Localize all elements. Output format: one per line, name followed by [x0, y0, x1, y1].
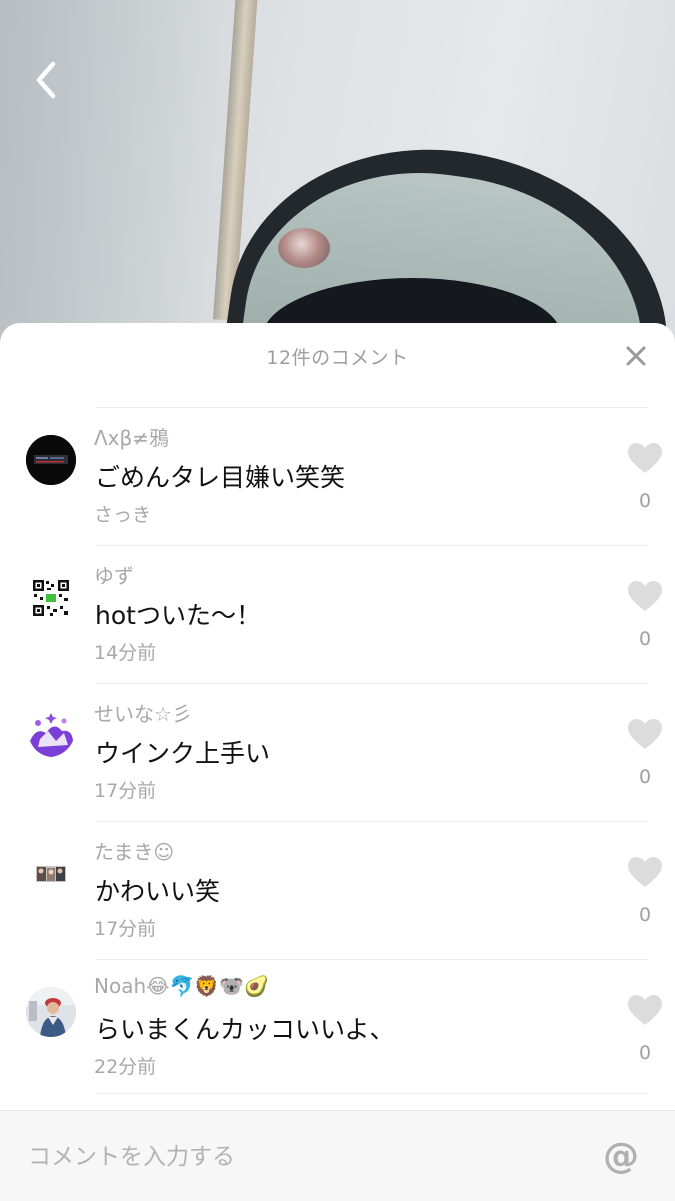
like-button[interactable]: 0	[615, 718, 675, 788]
heart-icon	[628, 581, 662, 611]
comment-timestamp: さっき	[94, 504, 152, 526]
comment-username[interactable]: ゆず	[94, 560, 134, 589]
mention-button[interactable]: @	[599, 1133, 643, 1179]
divider	[96, 1093, 648, 1094]
back-button[interactable]	[24, 56, 68, 104]
comment-item: せいな☆彡 ウインク上手い 17分前 0	[26, 683, 662, 821]
comment-username[interactable]: たまき☺	[94, 836, 174, 865]
like-button[interactable]: 0	[615, 442, 675, 512]
comment-text: ウインク上手い	[95, 739, 271, 768]
comment-item: たまき☺ かわいい笑 17分前 0	[26, 821, 662, 959]
comment-input[interactable]	[26, 1133, 570, 1181]
comment-text: hotついた〜！	[95, 601, 261, 630]
close-button[interactable]	[619, 339, 653, 373]
comment-timestamp: 17分前	[94, 780, 157, 802]
avatar[interactable]	[26, 849, 76, 899]
comment-timestamp: 22分前	[94, 1056, 157, 1078]
comment-timestamp: 17分前	[94, 918, 157, 940]
like-count: 0	[638, 904, 652, 926]
like-count: 0	[638, 490, 652, 512]
like-count: 0	[638, 1042, 652, 1064]
comment-item: Noah😂🐬🦁🐨🥑 らいまくんカッコいいよ、 22分前 0	[26, 959, 662, 1097]
comment-item: ゆず hotついた〜！ 14分前 0	[26, 545, 662, 683]
chevron-left-icon	[36, 61, 56, 99]
comment-input-bar: @	[0, 1110, 675, 1201]
qr-code-icon	[33, 580, 69, 616]
comment-username[interactable]: Noah😂🐬🦁🐨🥑	[94, 974, 269, 998]
avatar[interactable]	[26, 573, 76, 623]
comment-text: らいまくんカッコいいよ、	[95, 1015, 395, 1044]
small-photo-icon	[26, 849, 76, 899]
heart-icon	[628, 443, 662, 473]
sheet-header: 12件のコメント	[0, 323, 675, 389]
like-button[interactable]: 0	[615, 856, 675, 926]
like-button[interactable]: 0	[615, 994, 675, 1064]
heart-icon	[628, 719, 662, 749]
avatar[interactable]	[26, 435, 76, 485]
comment-timestamp: 14分前	[94, 642, 157, 664]
comments-sheet: 12件のコメント Λxβ≠鴉 ごめんタレ目嫌い笑笑 さっき 0 ゆず hotつい…	[0, 323, 675, 1200]
dark-screen-avatar-icon	[26, 435, 76, 485]
comment-text: かわいい笑	[95, 877, 221, 906]
comment-item: Λxβ≠鴉 ごめんタレ目嫌い笑笑 さっき 0	[26, 407, 662, 545]
comment-count-title: 12件のコメント	[266, 346, 409, 369]
person-photo-icon	[26, 987, 76, 1037]
heart-icon	[628, 857, 662, 887]
avatar[interactable]	[26, 711, 76, 761]
avatar[interactable]	[26, 987, 76, 1037]
like-count: 0	[638, 766, 652, 788]
heart-icon	[628, 995, 662, 1025]
close-icon	[626, 346, 646, 366]
video-background	[0, 0, 675, 360]
like-count: 0	[638, 628, 652, 650]
purple-art-icon	[26, 711, 76, 761]
comment-username[interactable]: せいな☆彡	[94, 698, 192, 727]
comment-list: Λxβ≠鴉 ごめんタレ目嫌い笑笑 さっき 0 ゆず hotついた〜！ 14分前 …	[0, 407, 675, 1097]
comment-username[interactable]: Λxβ≠鴉	[94, 422, 169, 451]
comment-text: ごめんタレ目嫌い笑笑	[95, 463, 346, 492]
like-button[interactable]: 0	[615, 580, 675, 650]
